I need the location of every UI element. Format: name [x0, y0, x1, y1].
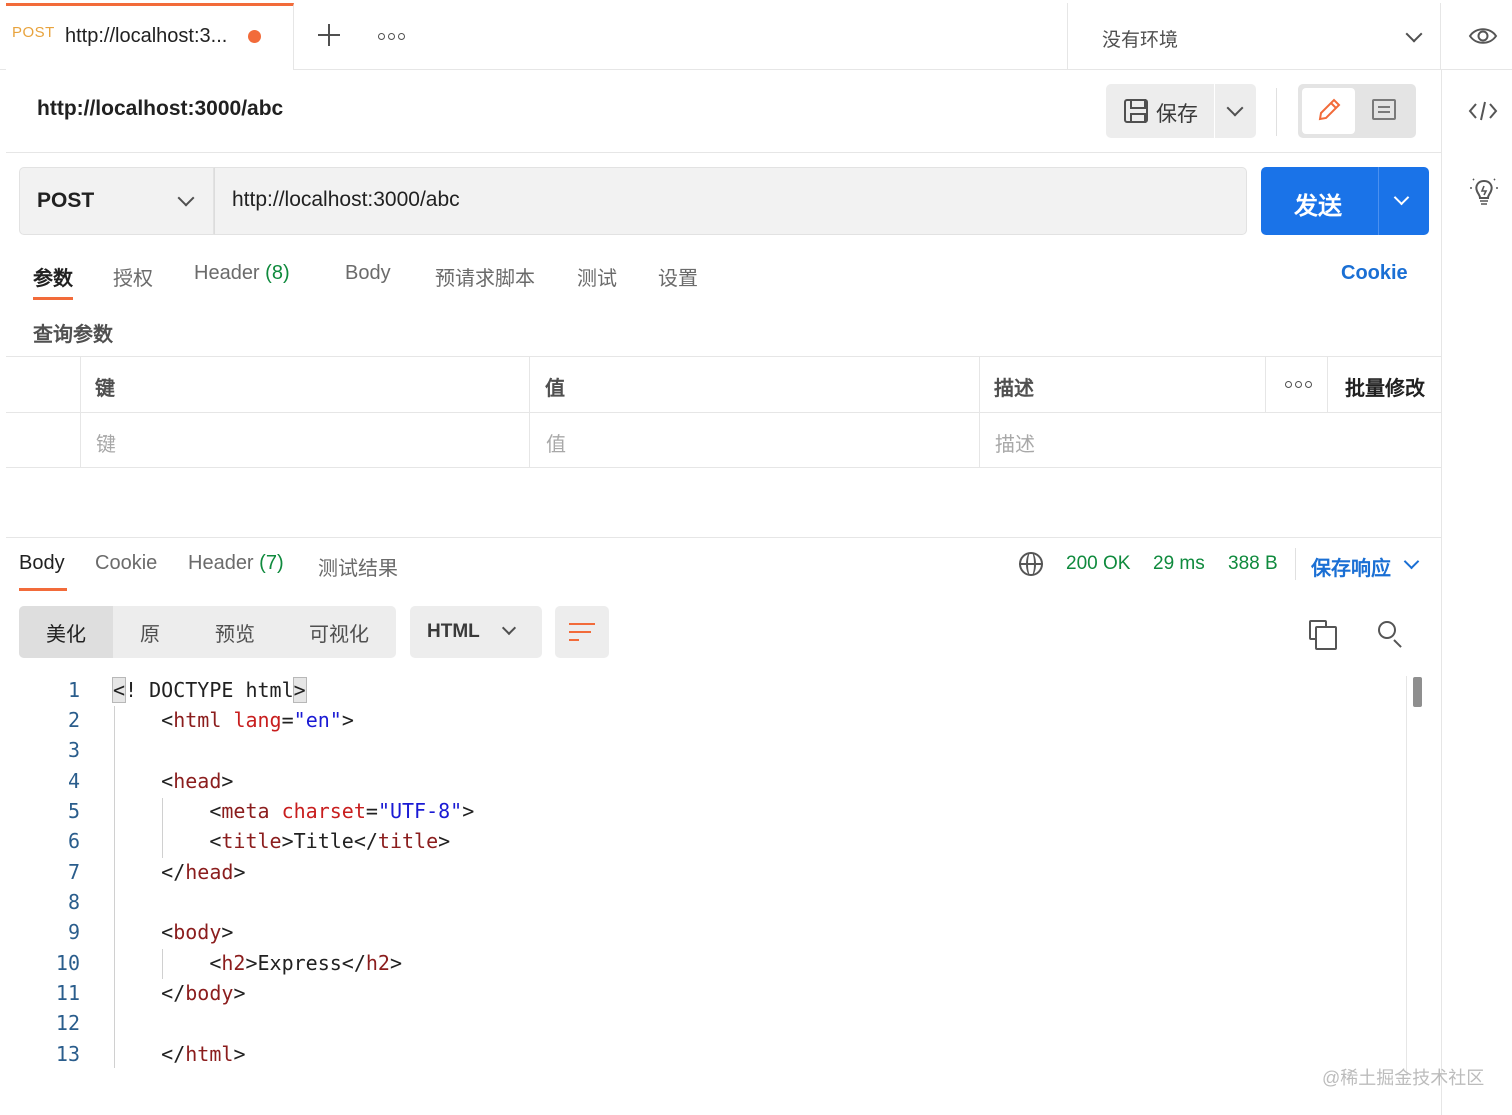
code-line: 3 [67, 738, 80, 762]
method-label: POST [37, 189, 95, 212]
response-tab-test-results[interactable]: 测试结果 [318, 552, 398, 581]
code-line: 4 <head> [67, 769, 234, 793]
language-label: HTML [427, 621, 480, 642]
code-line: 9 <body> [67, 920, 234, 944]
format-raw-button[interactable]: 原 [140, 618, 160, 647]
tab-more-options-icon[interactable] [378, 33, 405, 40]
code-line: 8 [67, 890, 80, 914]
copy-icon[interactable] [1309, 620, 1337, 650]
eye-icon[interactable] [1468, 25, 1498, 47]
column-header-value: 值 [545, 378, 565, 400]
chevron-down-icon [1226, 99, 1244, 117]
code-line: 1 <! DOCTYPE html> [67, 677, 307, 703]
scrollbar-thumb[interactable] [1413, 677, 1422, 707]
tab-authorization[interactable]: 授权 [113, 262, 153, 291]
bulk-edit-button[interactable]: 批量修改 [1345, 372, 1425, 401]
divider [1378, 167, 1379, 235]
tab-method-label: POST [12, 24, 55, 41]
cookies-link[interactable]: Cookie [1341, 262, 1408, 285]
right-sidebar [1441, 70, 1512, 1115]
code-line: 2 <html lang="en"> [67, 708, 354, 732]
tab-title: http://localhost:3... [65, 25, 228, 47]
divider [1295, 548, 1296, 580]
column-options-icon[interactable] [1285, 381, 1312, 388]
new-tab-plus-icon[interactable] [318, 24, 340, 46]
active-tab-indicator [19, 588, 67, 591]
pane-divider[interactable] [6, 537, 1441, 538]
tab-headers[interactable]: Header (8) [194, 262, 290, 285]
save-dropdown-button[interactable] [1215, 84, 1256, 138]
watermark: @稀土掘金技术社区 [1322, 1068, 1485, 1088]
divider [1067, 3, 1068, 70]
divider [1440, 3, 1441, 70]
response-tab-headers[interactable]: Header (7) [188, 552, 284, 575]
column-header-key: 键 [95, 378, 115, 400]
url-input[interactable] [232, 188, 1212, 212]
active-tab-indicator [33, 297, 73, 300]
code-line: 13 </html> [55, 1042, 246, 1066]
tab-pre-request-script[interactable]: 预请求脚本 [435, 262, 535, 291]
column-divider [529, 357, 530, 468]
scrollbar-track [1406, 676, 1407, 1076]
pencil-icon [1318, 98, 1341, 121]
unsaved-dot-icon [248, 30, 261, 43]
response-time[interactable]: 29 ms [1153, 553, 1205, 575]
response-tab-body[interactable]: Body [19, 552, 65, 575]
param-key-input[interactable]: 键 [96, 428, 116, 457]
column-divider [80, 357, 81, 468]
format-pretty-button[interactable]: 美化 [46, 618, 86, 647]
code-line: 5 <meta charset="UTF-8"> [67, 799, 475, 823]
environment-selector[interactable]: 没有环境 [1102, 25, 1178, 52]
search-icon[interactable] [1378, 621, 1396, 639]
param-description-input[interactable]: 描述 [995, 428, 1035, 457]
divider [6, 412, 1441, 413]
column-divider [979, 357, 980, 468]
response-tab-cookies[interactable]: Cookie [95, 552, 157, 575]
globe-icon[interactable] [1019, 552, 1043, 576]
code-line: 7 </head> [67, 860, 246, 884]
chevron-down-icon[interactable] [1403, 553, 1420, 570]
divider [1276, 88, 1277, 136]
code-line: 10 <h2>Express</h2> [55, 951, 403, 975]
tab-settings[interactable]: 设置 [658, 262, 698, 291]
response-code-editor[interactable]: 1 <! DOCTYPE html> 2 <html lang="en"> 3 4… [0, 676, 1440, 1076]
response-size[interactable]: 388 B [1228, 553, 1278, 575]
status-code[interactable]: 200 OK [1066, 553, 1130, 575]
code-line: 12 [55, 1011, 80, 1035]
tab-tests[interactable]: 测试 [577, 262, 617, 291]
format-preview-button[interactable]: 预览 [215, 618, 255, 647]
save-response-button[interactable]: 保存响应 [1311, 552, 1391, 581]
wrap-lines-icon [569, 621, 595, 643]
column-divider [1265, 357, 1266, 412]
query-params-title: 查询参数 [33, 324, 113, 346]
format-visualize-button[interactable]: 可视化 [309, 618, 369, 647]
code-line: 11 </body> [55, 981, 246, 1005]
tab-params[interactable]: 参数 [33, 262, 73, 291]
param-value-input[interactable]: 值 [546, 428, 566, 457]
comment-icon[interactable] [1372, 99, 1396, 120]
divider [6, 152, 1441, 153]
code-snippet-icon[interactable] [1468, 99, 1498, 123]
save-button-label: 保存 [1156, 103, 1198, 126]
column-divider [1327, 357, 1328, 412]
lightbulb-icon[interactable] [1469, 176, 1499, 208]
code-line: 6 <title>Title</title> [67, 829, 451, 853]
send-button-label: 发送 [1294, 193, 1342, 220]
save-icon [1124, 99, 1148, 123]
column-header-description: 描述 [994, 378, 1034, 400]
tab-body[interactable]: Body [345, 262, 391, 285]
request-title[interactable]: http://localhost:3000/abc [37, 97, 283, 121]
